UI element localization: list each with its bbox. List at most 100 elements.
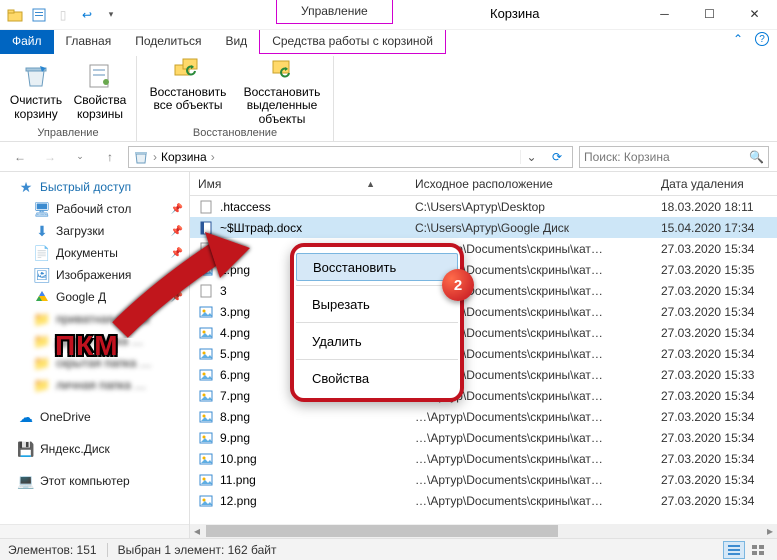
empty-bin-icon xyxy=(20,60,52,92)
file-type-icon xyxy=(198,283,214,299)
folder-icon: 📁 xyxy=(34,333,50,349)
file-row[interactable]: 3.png…\Артур\Documents\скрины\кат…27.03.… xyxy=(190,301,777,322)
nav-scrollbar[interactable] xyxy=(0,524,189,538)
folder-icon: 📁 xyxy=(34,311,50,327)
ctx-properties[interactable]: Свойства xyxy=(294,364,460,392)
up-button[interactable]: ↑ xyxy=(98,145,122,169)
search-input[interactable]: Поиск: Корзина 🔍 xyxy=(579,146,769,168)
file-date: 27.03.2020 15:34 xyxy=(655,284,777,298)
documents-icon: 📄 xyxy=(34,245,50,261)
file-row[interactable]: 5.png…\Артур\Documents\скрины\кат…27.03.… xyxy=(190,343,777,364)
file-row[interactable]: 7.png…\Артур\Documents\скрины\кат…27.03.… xyxy=(190,385,777,406)
details-view-button[interactable] xyxy=(723,541,745,559)
bin-properties-button[interactable]: Свойства корзины xyxy=(70,60,130,122)
file-location: C:\Users\Артур\Desktop xyxy=(415,200,655,214)
file-row[interactable]: 2…\Артур\Documents\скрины\кат…27.03.2020… xyxy=(190,238,777,259)
pin-icon: 📌 xyxy=(171,248,183,259)
nav-desktop[interactable]: 🖥Рабочий стол📌 xyxy=(0,198,189,220)
ribbon-group-manage: Управление xyxy=(37,127,98,139)
file-row[interactable]: 3…\Артур\Documents\скрины\кат…27.03.2020… xyxy=(190,280,777,301)
ctx-separator xyxy=(296,359,458,360)
address-location[interactable]: Корзина xyxy=(161,150,207,164)
qat-properties-icon[interactable] xyxy=(28,4,50,26)
col-deleted[interactable]: Дата удаления xyxy=(655,177,777,191)
ribbon-collapse-icon[interactable]: ⌃ xyxy=(733,32,743,46)
file-type-icon xyxy=(198,220,214,236)
file-name: 5.png xyxy=(220,347,250,361)
address-history-dropdown[interactable]: ⌄ xyxy=(520,150,542,164)
qat-undo-icon[interactable]: ↩ xyxy=(76,4,98,26)
qat-dropdown-icon[interactable]: ▾ xyxy=(100,4,122,26)
file-name: .htaccess xyxy=(220,200,271,214)
col-location[interactable]: Исходное расположение xyxy=(415,177,655,191)
pin-icon: 📌 xyxy=(171,292,183,303)
file-date: 27.03.2020 15:34 xyxy=(655,452,777,466)
file-type-icon xyxy=(198,451,214,467)
file-row[interactable]: .htaccessC:\Users\Артур\Desktop18.03.202… xyxy=(190,196,777,217)
ribbon-group-restore: Восстановление xyxy=(193,127,277,139)
ctx-restore[interactable]: Восстановить xyxy=(296,253,458,281)
restore-all-label: Восстановить все объекты xyxy=(143,86,233,114)
maximize-button[interactable]: ☐ xyxy=(687,0,732,28)
folder-icon: 📁 xyxy=(34,355,50,371)
folder-icon xyxy=(4,4,26,26)
file-date: 27.03.2020 15:34 xyxy=(655,326,777,340)
scrollbar-thumb[interactable] xyxy=(206,525,558,537)
quick-access[interactable]: ★Быстрый доступ xyxy=(0,176,189,198)
col-name[interactable]: Имя xyxy=(198,177,221,191)
file-row[interactable]: 9.png…\Артур\Documents\скрины\кат…27.03.… xyxy=(190,427,777,448)
file-row[interactable]: 8.png…\Артур\Documents\скрины\кат…27.03.… xyxy=(190,406,777,427)
file-type-icon xyxy=(198,325,214,341)
help-icon[interactable]: ? xyxy=(755,32,769,46)
file-name: 3 xyxy=(220,284,227,298)
file-row[interactable]: 6.png…\Артур\Documents\скрины\кат…27.03.… xyxy=(190,364,777,385)
file-date: 27.03.2020 15:34 xyxy=(655,305,777,319)
file-tab[interactable]: Файл xyxy=(0,30,54,54)
back-button[interactable]: ← xyxy=(8,145,32,169)
horizontal-scrollbar[interactable]: ◂ ▸ xyxy=(190,524,777,538)
recent-dropdown[interactable]: ⌄ xyxy=(68,145,92,169)
gdrive-icon xyxy=(34,289,50,305)
close-button[interactable]: ✕ xyxy=(732,0,777,28)
file-row[interactable]: 11.png…\Артур\Documents\скрины\кат…27.03… xyxy=(190,469,777,490)
empty-bin-button[interactable]: Очистить корзину xyxy=(6,60,66,122)
file-name: 7.png xyxy=(220,389,250,403)
icons-view-button[interactable] xyxy=(747,541,769,559)
nav-onedrive[interactable]: ☁OneDrive xyxy=(0,406,189,428)
file-row[interactable]: 12.png…\Артур\Documents\скрины\кат…27.03… xyxy=(190,490,777,511)
file-date: 27.03.2020 15:34 xyxy=(655,347,777,361)
file-row[interactable]: ~$Штраф.docxC:\Users\Артур\Google Диск15… xyxy=(190,217,777,238)
home-tab[interactable]: Главная xyxy=(54,30,124,54)
file-location: …\Артур\Documents\скрины\кат… xyxy=(415,452,655,466)
file-type-icon xyxy=(198,262,214,278)
forward-button[interactable]: → xyxy=(38,145,62,169)
ctx-delete[interactable]: Удалить xyxy=(294,327,460,355)
file-location: …\Артур\Documents\скрины\кат… xyxy=(415,473,655,487)
ctx-cut[interactable]: Вырезать xyxy=(294,290,460,318)
restore-all-button[interactable]: Восстановить все объекты xyxy=(143,52,233,114)
qat-separator-icon: ▯ xyxy=(52,4,74,26)
file-row[interactable]: 4.png…\Артур\Documents\скрины\кат…27.03.… xyxy=(190,322,777,343)
restore-selected-button[interactable]: Восстановить выделенные объекты xyxy=(237,52,327,127)
column-headers[interactable]: Имя▲ Исходное расположение Дата удаления xyxy=(190,172,777,196)
nav-thispc[interactable]: 💻Этот компьютер xyxy=(0,470,189,492)
file-row[interactable]: 10.png…\Артур\Documents\скрины\кат…27.03… xyxy=(190,448,777,469)
file-name: 2.png xyxy=(220,263,250,277)
file-type-icon xyxy=(198,493,214,509)
file-name: 11.png xyxy=(220,473,256,487)
refresh-button[interactable]: ⟳ xyxy=(546,150,568,164)
file-row[interactable]: 2.png…\Артур\Documents\скрины\кат…27.03.… xyxy=(190,259,777,280)
nav-pictures[interactable]: 🖼Изображения📌 xyxy=(0,264,189,286)
nav-downloads[interactable]: ⬇Загрузки📌 xyxy=(0,220,189,242)
file-date: 27.03.2020 15:34 xyxy=(655,242,777,256)
nav-blurred-item[interactable]: 📁личная папка … xyxy=(0,374,189,396)
nav-blurred-item[interactable]: 📁приватная папка xyxy=(0,308,189,330)
window-title: Корзина xyxy=(490,6,540,21)
nav-documents[interactable]: 📄Документы📌 xyxy=(0,242,189,264)
nav-gdrive[interactable]: Google Д📌 xyxy=(0,286,189,308)
nav-yandex[interactable]: 💾Яндекс.Диск xyxy=(0,438,189,460)
file-location: …\Артур\Documents\скрины\кат… xyxy=(415,410,655,424)
search-icon: 🔍 xyxy=(749,150,764,164)
address-bar[interactable]: › Корзина › ⌄ ⟳ xyxy=(128,146,573,168)
minimize-button[interactable]: ─ xyxy=(642,0,687,28)
